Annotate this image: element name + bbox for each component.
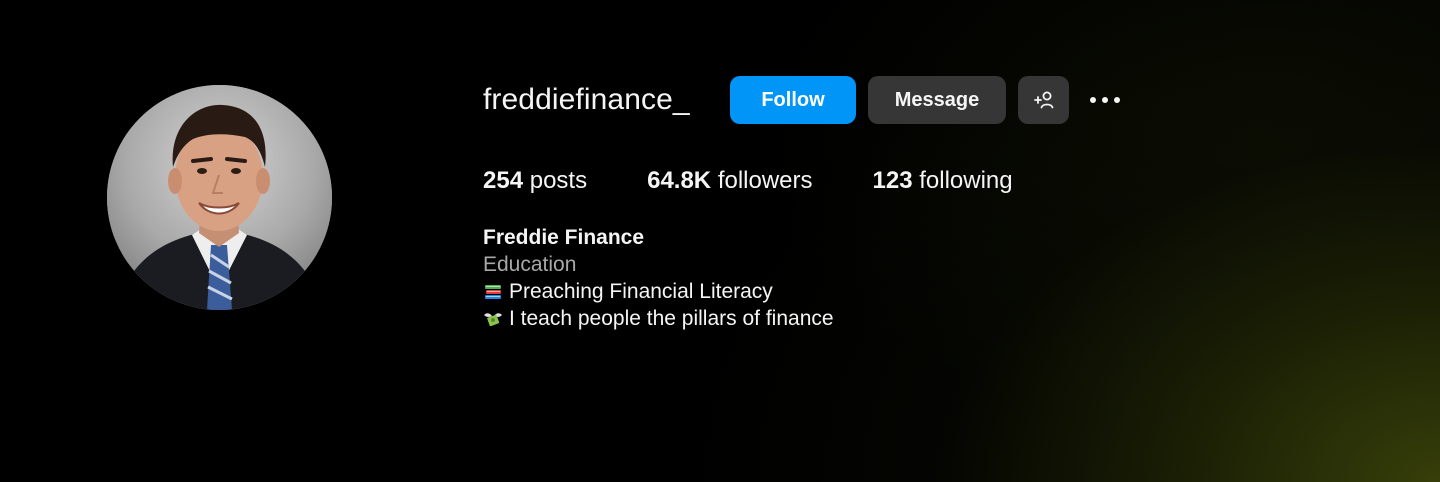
display-name: Freddie Finance bbox=[483, 226, 645, 249]
follow-button[interactable]: Follow bbox=[730, 76, 856, 124]
money-wings-emoji-icon bbox=[483, 309, 503, 329]
add-person-icon bbox=[1033, 91, 1053, 109]
following-count: 123 bbox=[872, 167, 913, 194]
followers-label: followers bbox=[717, 167, 813, 194]
category-label: Education bbox=[483, 253, 577, 276]
username: freddiefinance_ bbox=[483, 83, 690, 116]
bio-line-text: Preaching Financial Literacy bbox=[509, 280, 773, 303]
suggest-accounts-button[interactable] bbox=[1018, 76, 1069, 124]
message-button[interactable]: Message bbox=[868, 76, 1006, 124]
profile-photo-icon bbox=[107, 85, 332, 310]
following-stat[interactable]: 123 following bbox=[873, 166, 1013, 196]
books-emoji-icon bbox=[483, 282, 503, 302]
followers-stat[interactable]: 64.8K followers bbox=[647, 166, 812, 196]
profile-stats: 254 posts 64.8K followers 123 following bbox=[483, 166, 1073, 196]
more-options-button[interactable] bbox=[1085, 86, 1125, 114]
bio-line-text: I teach people the pillars of finance bbox=[509, 307, 834, 330]
followers-count: 64.8K bbox=[647, 167, 712, 194]
avatar[interactable] bbox=[107, 85, 332, 310]
bio-line: Preaching Financial Literacy bbox=[483, 278, 834, 305]
posts-stat[interactable]: 254 posts bbox=[483, 166, 587, 196]
posts-count: 254 bbox=[483, 167, 524, 194]
bio-line: I teach people the pillars of finance bbox=[483, 305, 834, 332]
bio: Freddie Finance Education Preaching Fina… bbox=[483, 224, 834, 332]
posts-label: posts bbox=[529, 167, 588, 194]
following-label: following bbox=[919, 167, 1013, 194]
profile-page: freddiefinance_ Follow Message 254 posts… bbox=[0, 0, 1440, 482]
more-options-icon bbox=[1090, 97, 1120, 103]
